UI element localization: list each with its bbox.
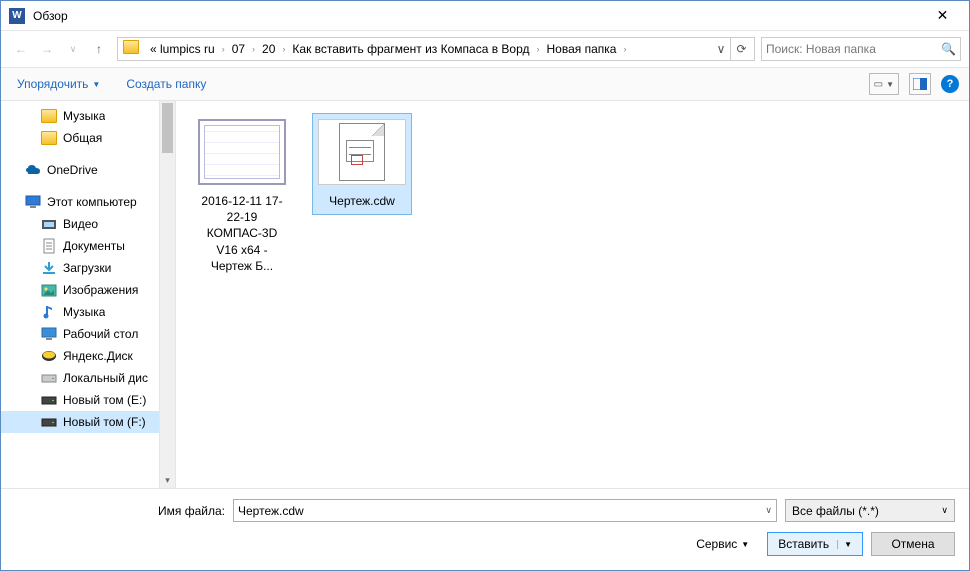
tree-item[interactable]: Рабочий стол bbox=[1, 323, 175, 345]
tree-item-label: Этот компьютер bbox=[47, 195, 137, 209]
tree-item[interactable]: Локальный дис bbox=[1, 367, 175, 389]
tree-item[interactable]: Изображения bbox=[1, 279, 175, 301]
breadcrumb-segment[interactable]: 20 bbox=[256, 38, 281, 60]
refresh-button[interactable]: ⟳ bbox=[730, 38, 752, 60]
scroll-thumb[interactable] bbox=[162, 103, 173, 153]
tree-item-label: Музыка bbox=[63, 109, 105, 123]
tree-item-label: Общая bbox=[63, 131, 102, 145]
file-item[interactable]: Чертеж.cdw bbox=[312, 113, 412, 215]
file-name: Чертеж.cdw bbox=[318, 193, 406, 209]
up-button[interactable]: ↑ bbox=[87, 37, 111, 61]
tree-item-label: Рабочий стол bbox=[63, 327, 138, 341]
cancel-button[interactable]: Отмена bbox=[871, 532, 955, 556]
tree-item-label: OneDrive bbox=[47, 163, 98, 177]
folder-icon bbox=[41, 130, 57, 146]
file-thumbnail bbox=[318, 119, 406, 185]
search-placeholder: Поиск: Новая папка bbox=[766, 42, 876, 56]
close-button[interactable]: ✕ bbox=[920, 2, 965, 30]
insert-button[interactable]: Вставить ▼ bbox=[767, 532, 863, 556]
window-title: Обзор bbox=[33, 9, 68, 23]
tree-item-label: Музыка bbox=[63, 305, 105, 319]
tree-item[interactable]: Документы bbox=[1, 235, 175, 257]
scroll-down-icon[interactable]: ▾ bbox=[160, 472, 175, 488]
breadcrumb-segment[interactable]: 07 bbox=[226, 38, 251, 60]
drive-icon bbox=[41, 370, 57, 386]
tree-item-label: Новый том (F:) bbox=[63, 415, 146, 429]
recent-dropdown[interactable]: ∨ bbox=[61, 37, 85, 61]
file-thumbnail bbox=[198, 119, 286, 185]
tree-item[interactable]: Видео bbox=[1, 213, 175, 235]
yadisk-icon bbox=[41, 348, 57, 364]
folder-icon bbox=[41, 108, 57, 124]
toolbar: Упорядочить▼ Создать папку ▭▼ ? bbox=[1, 67, 969, 101]
titlebar: W Обзор ✕ bbox=[1, 1, 969, 31]
address-bar[interactable]: « lumpics ru›07›20›Как вставить фрагмент… bbox=[117, 37, 755, 61]
breadcrumb-segment[interactable]: « lumpics ru bbox=[144, 38, 221, 60]
tree-item-label: Локальный дис bbox=[63, 371, 148, 385]
navigation-tree: Музыка Общая OneDrive Этот компьютер Видео До… bbox=[1, 101, 176, 488]
tree-item[interactable]: Яндекс.Диск bbox=[1, 345, 175, 367]
docs-icon bbox=[41, 238, 57, 254]
view-options-button[interactable]: ▭▼ bbox=[869, 73, 899, 95]
tree-item-label: Документы bbox=[63, 239, 125, 253]
dialog-footer: Имя файла: Чертеж.cdw ∨ Все файлы (*.*) … bbox=[1, 488, 969, 570]
file-list[interactable]: 2016-12-11 17-22-19 КОМПАС-3D V16 x64 - … bbox=[176, 101, 969, 488]
tree-item[interactable]: Общая bbox=[1, 127, 175, 149]
tree-item-label: Загрузки bbox=[63, 261, 111, 275]
tree-item[interactable]: Новый том (E:) bbox=[1, 389, 175, 411]
navbar: ← → ∨ ↑ « lumpics ru›07›20›Как вставить … bbox=[1, 31, 969, 67]
music-icon bbox=[41, 304, 57, 320]
breadcrumb-segment[interactable]: Новая папка bbox=[541, 38, 623, 60]
filename-dropdown-icon[interactable]: ∨ bbox=[765, 505, 772, 516]
insert-split-icon[interactable]: ▼ bbox=[837, 540, 852, 549]
desktop-icon bbox=[41, 326, 57, 342]
pictures-icon bbox=[41, 282, 57, 298]
tree-item-label: Видео bbox=[63, 217, 98, 231]
breadcrumb-segment[interactable]: Как вставить фрагмент из Компаса в Ворд bbox=[286, 38, 535, 60]
back-button[interactable]: ← bbox=[9, 37, 33, 61]
tree-item[interactable]: Музыка bbox=[1, 105, 175, 127]
filename-input[interactable]: Чертеж.cdw ∨ bbox=[233, 499, 777, 522]
tree-item[interactable]: Загрузки bbox=[1, 257, 175, 279]
tree-item[interactable]: Музыка bbox=[1, 301, 175, 323]
new-folder-button[interactable]: Создать папку bbox=[120, 73, 212, 95]
hdd-icon bbox=[41, 392, 57, 408]
filetype-select[interactable]: Все файлы (*.*) ∨ bbox=[785, 499, 955, 522]
file-item[interactable]: 2016-12-11 17-22-19 КОМПАС-3D V16 x64 - … bbox=[192, 113, 292, 280]
tree-item[interactable]: OneDrive bbox=[1, 159, 175, 181]
pc-icon bbox=[25, 194, 41, 210]
tree-item[interactable]: Этот компьютер bbox=[1, 191, 175, 213]
folder-icon bbox=[123, 40, 141, 58]
search-input[interactable]: Поиск: Новая папка 🔍 bbox=[761, 37, 961, 61]
video-icon bbox=[41, 216, 57, 232]
preview-pane-button[interactable] bbox=[909, 73, 931, 95]
tree-item-label: Изображения bbox=[63, 283, 138, 297]
downloads-icon bbox=[41, 260, 57, 276]
forward-button[interactable]: → bbox=[35, 37, 59, 61]
tree-item-label: Яндекс.Диск bbox=[63, 349, 133, 363]
address-dropdown[interactable]: ∨ bbox=[712, 42, 730, 56]
chevron-down-icon: ∨ bbox=[941, 505, 948, 516]
search-icon: 🔍 bbox=[941, 42, 956, 56]
tools-menu[interactable]: Сервис▼ bbox=[696, 537, 749, 551]
tree-item[interactable]: Новый том (F:) bbox=[1, 411, 175, 433]
help-button[interactable]: ? bbox=[941, 75, 959, 93]
organize-menu[interactable]: Упорядочить▼ bbox=[11, 73, 106, 95]
tree-item-label: Новый том (E:) bbox=[63, 393, 146, 407]
onedrive-icon bbox=[25, 162, 41, 178]
breadcrumb-separator[interactable]: › bbox=[622, 44, 627, 54]
sidebar-scrollbar[interactable]: ▴ ▾ bbox=[159, 101, 175, 488]
word-icon: W bbox=[9, 8, 25, 24]
filename-label: Имя файла: bbox=[15, 504, 225, 518]
dialog-body: Музыка Общая OneDrive Этот компьютер Видео До… bbox=[1, 101, 969, 488]
hdd-icon bbox=[41, 414, 57, 430]
file-name: 2016-12-11 17-22-19 КОМПАС-3D V16 x64 - … bbox=[198, 193, 286, 274]
